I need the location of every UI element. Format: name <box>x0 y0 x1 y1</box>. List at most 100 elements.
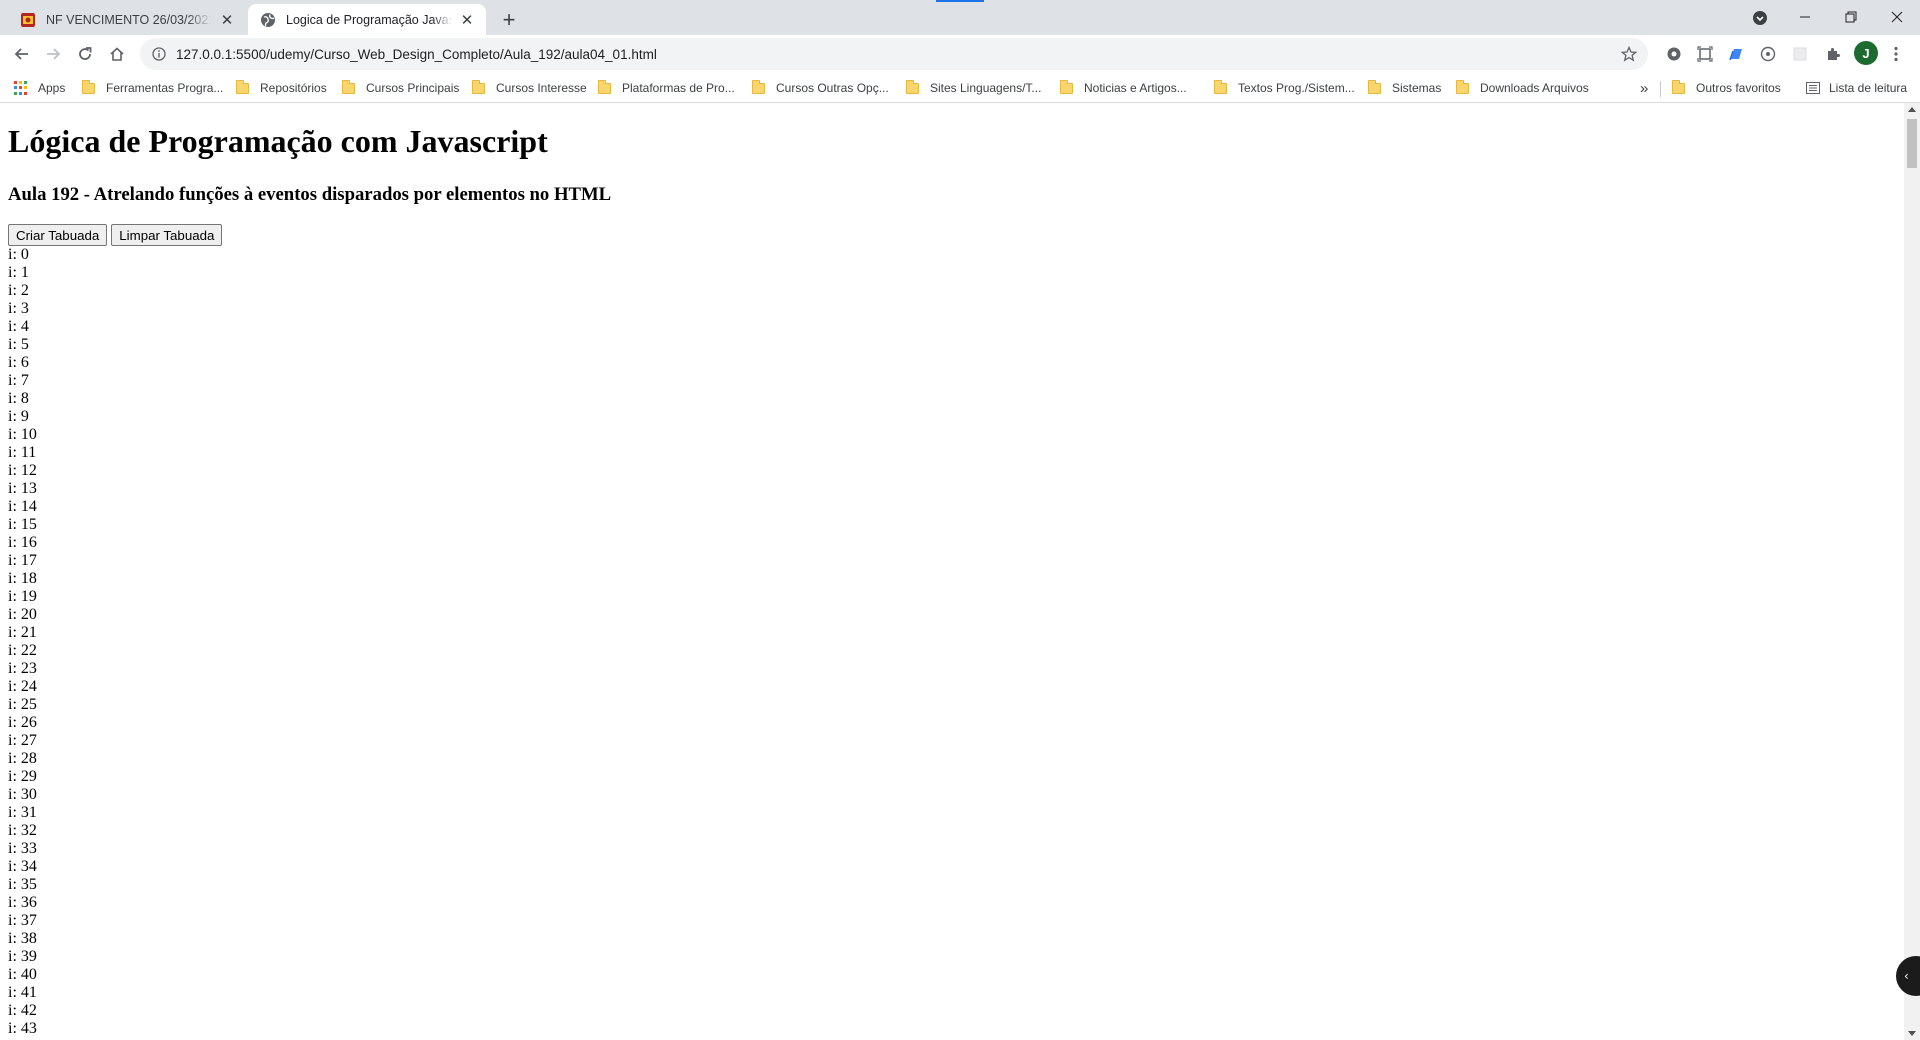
bookmark-star-icon[interactable] <box>1620 45 1638 63</box>
action-buttons: Criar Tabuada Limpar Tabuada <box>8 224 223 246</box>
extension-gear-icon[interactable] <box>1664 44 1684 64</box>
close-tab-icon[interactable]: ✕ <box>458 11 476 29</box>
output-line: i: 20 <box>8 606 37 623</box>
output-line: i: 28 <box>8 750 37 767</box>
back-arrow-icon[interactable] <box>8 40 36 68</box>
output-line: i: 4 <box>8 318 29 335</box>
pdf-favicon-icon <box>20 12 36 28</box>
output-line: i: 9 <box>8 408 29 425</box>
bookmark-apps[interactable]: Apps <box>14 78 65 98</box>
close-tab-icon[interactable]: ✕ <box>218 11 236 29</box>
reading-list-icon <box>1806 82 1820 94</box>
extension-blue-icon[interactable] <box>1726 44 1746 64</box>
scroll-up-arrow-icon[interactable] <box>1908 107 1916 112</box>
output-line: i: 25 <box>8 696 37 713</box>
tab-title: NF VENCIMENTO 26/03/2021 - jr <box>46 12 212 27</box>
new-tab-plus-icon[interactable]: + <box>496 7 522 33</box>
bookmarks-bar: Apps Ferramentas Progra... Repositórios … <box>0 73 1920 103</box>
bookmark-folder[interactable]: Sites Linguagens/T... <box>906 78 1041 98</box>
browser-toolbar: 127.0.0.1:5500/udemy/Curso_Web_Design_Co… <box>0 35 1920 73</box>
extension-blank-icon[interactable] <box>1790 44 1810 64</box>
output-line: i: 27 <box>8 732 37 749</box>
restore-icon[interactable] <box>1828 0 1874 33</box>
output-line: i: 7 <box>8 372 29 389</box>
folder-icon <box>752 79 765 94</box>
bookmarks-divider <box>1660 81 1661 97</box>
output-line: i: 26 <box>8 714 37 731</box>
folder-icon <box>906 79 919 94</box>
bookmark-folder[interactable]: Cursos Outras Opç... <box>752 78 889 98</box>
output-line: i: 21 <box>8 624 37 641</box>
bookmark-folder[interactable]: Cursos Principais <box>342 78 459 98</box>
output-line: i: 37 <box>8 912 37 929</box>
output-line: i: 43 <box>8 1020 37 1037</box>
create-table-button[interactable]: Criar Tabuada <box>8 224 108 246</box>
bookmark-folder[interactable]: Downloads Arquivos <box>1456 78 1589 98</box>
bookmark-folder[interactable]: Cursos Interesse <box>472 78 587 98</box>
bookmark-folder[interactable]: Noticias e Artigos... <box>1060 78 1187 98</box>
scroll-thumb[interactable] <box>1907 119 1917 168</box>
page-scrollbar[interactable] <box>1904 103 1920 1040</box>
page-content: Lógica de Programação com Javascript Aul… <box>0 103 1904 1040</box>
more-menu-icon[interactable] <box>1886 44 1906 64</box>
reading-list-button[interactable]: Lista de leitura <box>1806 78 1907 98</box>
forward-arrow-icon[interactable] <box>39 40 67 68</box>
bookmark-folder[interactable]: Ferramentas Progra... <box>82 78 223 98</box>
folder-icon <box>598 79 611 94</box>
bookmark-label: Apps <box>38 81 66 95</box>
output-line: i: 30 <box>8 786 37 803</box>
output-line: i: 35 <box>8 876 37 893</box>
output-line: i: 40 <box>8 966 37 983</box>
output-line: i: 6 <box>8 354 29 371</box>
output-line: i: 10 <box>8 426 37 443</box>
home-icon[interactable] <box>103 40 131 68</box>
output-line: i: 13 <box>8 480 37 497</box>
bookmark-folder[interactable]: Repositórios <box>236 78 327 98</box>
folder-icon <box>342 79 355 94</box>
bookmark-other-favorites[interactable]: Outros favoritos <box>1672 78 1781 98</box>
bookmark-folder[interactable]: Textos Prog./Sistem... <box>1214 78 1355 98</box>
bookmarks-overflow-chevron-icon[interactable]: » <box>1640 78 1648 98</box>
address-bar[interactable]: 127.0.0.1:5500/udemy/Curso_Web_Design_Co… <box>140 38 1648 70</box>
output-line: i: 18 <box>8 570 37 587</box>
close-window-icon[interactable] <box>1874 0 1920 33</box>
url-text: 127.0.0.1:5500/udemy/Curso_Web_Design_Co… <box>176 46 657 62</box>
profile-avatar[interactable]: J <box>1854 41 1878 65</box>
screenshot-capture-icon[interactable] <box>1695 44 1715 64</box>
globe-icon <box>260 12 276 28</box>
folder-icon <box>236 79 249 94</box>
output-line: i: 8 <box>8 390 29 407</box>
extensions-puzzle-icon[interactable] <box>1823 44 1843 64</box>
bookmark-folder[interactable]: Plataformas de Pro... <box>598 78 735 98</box>
reload-icon[interactable] <box>71 40 99 68</box>
output-line: i: 33 <box>8 840 37 857</box>
tab-search-icon[interactable] <box>1750 8 1770 28</box>
clear-table-button[interactable]: Limpar Tabuada <box>111 224 223 246</box>
folder-icon <box>82 79 95 94</box>
bookmark-label: Cursos Principais <box>366 81 460 95</box>
bookmark-label: Noticias e Artigos... <box>1084 81 1187 95</box>
output-line: i: 19 <box>8 588 37 605</box>
minimize-icon[interactable] <box>1782 0 1828 33</box>
bookmark-label: Sistemas <box>1392 81 1442 95</box>
apps-grid-icon <box>14 81 28 95</box>
output-line: i: 36 <box>8 894 37 911</box>
output-line: i: 22 <box>8 642 37 659</box>
multiplication-output: i: 0 i: 1 i: 2 i: 3 i: 4 i: 5 i: 6 i: 7 i: 8 i: 9… <box>8 246 37 1038</box>
site-info-icon[interactable] <box>151 46 167 62</box>
extension-circle-icon[interactable] <box>1758 44 1778 64</box>
page-subtitle: Aula 192 - Atrelando funções à eventos d… <box>8 184 612 205</box>
output-line: i: 24 <box>8 678 37 695</box>
output-line: i: 16 <box>8 534 37 551</box>
chevron-left-icon: ‹ <box>1904 969 1909 983</box>
folder-icon <box>1456 79 1469 94</box>
scroll-down-arrow-icon[interactable] <box>1908 1031 1916 1036</box>
output-line: i: 11 <box>8 444 37 461</box>
tab-logica-programacao[interactable]: Logica de Programação Javascript ✕ <box>248 4 486 35</box>
output-line: i: 0 <box>8 246 29 263</box>
tab-nf-vencimento[interactable]: NF VENCIMENTO 26/03/2021 - jr ✕ <box>8 4 246 35</box>
output-line: i: 3 <box>8 300 29 317</box>
bookmark-folder[interactable]: Sistemas <box>1368 78 1441 98</box>
output-line: i: 39 <box>8 948 37 965</box>
bookmark-label: Plataformas de Pro... <box>622 81 735 95</box>
